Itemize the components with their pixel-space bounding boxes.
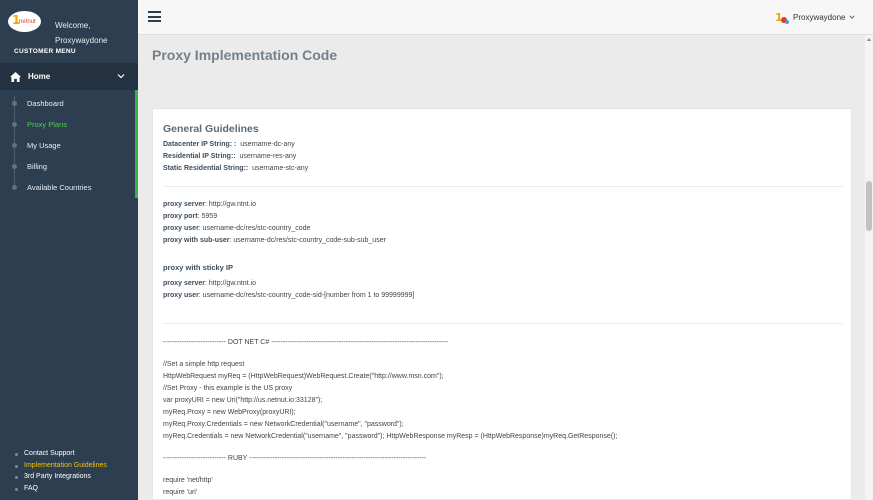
sidebar: 1 netnut Welcome, Proxywaydone CUSTOMER M… [0,0,138,500]
kv-value: : http://gw.ntnt.io [205,280,257,287]
welcome-text: Welcome, Proxywaydone [55,18,107,48]
code-line: //Set Proxy - this example is the US pro… [163,385,293,392]
user-avatar-logo-icon[interactable]: 1 [774,10,790,26]
sidebar-item-proxy-plans[interactable]: Proxy Plans [0,114,135,134]
sidebar-item-label: Dashboard [27,99,64,108]
proxy-user: proxy user: username-dc/res/stc-country_… [163,225,310,232]
link-implementation-guidelines[interactable]: Implementation Guidelines [14,460,107,472]
link-contact-support[interactable]: Contact Support [14,448,107,460]
divider [163,323,843,324]
bullet-dot [12,164,17,169]
page-title: Proxy Implementation Code [152,47,338,63]
home-submenu: Dashboard Proxy Plans My Usage Billing A… [0,90,138,198]
kv-value: username-stc-any [252,165,309,172]
kv-key: Residential IP String:: [163,153,236,160]
guidelines-panel: General Guidelines Datacenter IP String:… [152,108,852,500]
welcome-label: Welcome, [55,21,91,30]
sticky-proxy-server: proxy server: http://gw.ntnt.io [163,280,256,287]
scroll-up-arrow-icon[interactable] [867,38,871,41]
code-line: var proxyURI = new Uri("http://us.netnut… [163,397,323,404]
sidebar-item-label: Available Countries [27,183,92,192]
chevron-down-icon [117,74,125,79]
code-line: //Set a simple http request [163,361,245,368]
kv-value: username-res-any [239,153,297,160]
code-line: myReq.Proxy = new WebProxy(proxyURI); [163,409,296,416]
link-3rd-party-integrations[interactable]: 3rd Party Integrations [14,471,107,483]
code-header-dotnet: --------------------------- DOT NET C# -… [163,339,449,346]
sidebar-item-home[interactable]: Home [0,63,138,90]
bullet-dot [12,143,17,148]
bullet-dot [12,101,17,106]
kv-value: : username-dc/res/stc-country_code-sid-[… [198,292,415,299]
sidebar-item-dashboard[interactable]: Dashboard [0,93,135,113]
welcome-username: Proxywaydone [55,36,108,45]
kv-key: Static Residential String:: [163,165,249,172]
kv-key: proxy server [163,280,206,287]
code-line: require 'uri' [163,489,198,496]
kv-key: proxy port [163,213,198,220]
bullet-dot [12,122,17,127]
home-icon [10,71,21,82]
proxy-port: proxy port: 5959 [163,213,217,220]
proxy-server: proxy server: http://gw.ntnt.io [163,201,256,208]
kv-key: proxy with sub-user [163,237,230,244]
top-bar: 1 Proxywaydone [138,0,873,35]
kv-value: : 5959 [197,213,218,220]
sticky-ip-title: proxy with sticky IP [163,263,234,272]
kv-key: Datacenter IP String: : [163,141,237,148]
brand: 1 netnut Welcome, Proxywaydone [0,0,138,45]
kv-key: proxy user [163,225,199,232]
kv-key: proxy server [163,201,206,208]
user-menu-name[interactable]: Proxywaydone [793,13,845,22]
sidebar-item-label: Proxy Plans [27,120,68,129]
datacenter-ip-string: Datacenter IP String: : username-dc-any [163,141,295,148]
code-line: myReq.Proxy.Credentials = new NetworkCre… [163,421,404,428]
sidebar-item-available-countries[interactable]: Available Countries [0,177,135,197]
bullet-dot [12,185,17,190]
static-residential-string: Static Residential String:: username-stc… [163,165,308,172]
active-section-indicator [135,90,138,198]
divider [163,186,843,187]
netnut-logo[interactable]: 1 netnut [8,11,41,32]
sidebar-item-label: Billing [27,162,48,171]
sidebar-item-label: My Usage [27,141,61,150]
svg-text:1: 1 [775,11,783,24]
sidebar-item-billing[interactable]: Billing [0,156,135,176]
link-faq[interactable]: FAQ [14,483,107,495]
code-line: myReq.Credentials = new NetworkCredentia… [163,433,618,440]
code-header-ruby: --------------------------- RUBY -------… [163,455,427,462]
code-line: require 'net/http' [163,477,213,484]
kv-key: proxy user [163,292,199,299]
customer-menu-title: CUSTOMER MENU [14,48,76,55]
code-line: HttpWebRequest myReq = (HttpWebRequest)W… [163,373,444,380]
kv-value: : http://gw.ntnt.io [205,201,257,208]
chevron-down-icon[interactable] [849,14,855,20]
section-title: General Guidelines [163,123,259,135]
hamburger-menu-icon[interactable] [148,11,161,22]
kv-value: : username-dc/res/stc-country_code [198,225,311,232]
scrollbar-thumb[interactable] [866,181,872,231]
sidebar-bottom-links: Contact Support Implementation Guideline… [14,448,107,494]
residential-ip-string: Residential IP String:: username-res-any [163,153,296,160]
kv-value: username-dc-any [240,141,295,148]
proxy-with-sub-user: proxy with sub-user: username-dc/res/stc… [163,237,386,244]
kv-value: : username-dc/res/stc-country_code-sub-s… [229,237,386,244]
page-scrollbar[interactable] [865,35,873,500]
sticky-proxy-user: proxy user: username-dc/res/stc-country_… [163,292,414,299]
sidebar-item-home-label: Home [28,72,51,81]
sidebar-item-my-usage[interactable]: My Usage [0,135,135,155]
